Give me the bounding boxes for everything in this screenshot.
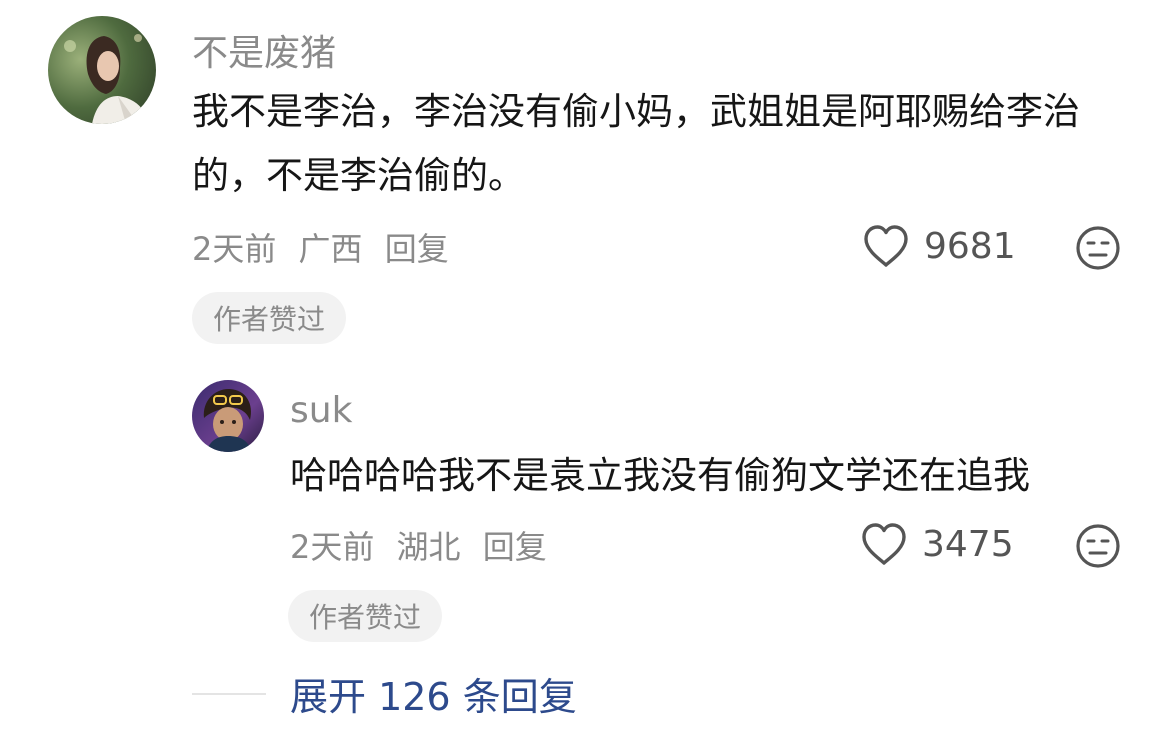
comment-text: 我不是李治，李治没有偷小妈，武姐姐是阿耶赐给李治的，不是李治偷的。 <box>192 90 1080 197</box>
comment-2: suk 哈哈哈哈我不是袁立我没有偷狗文学还在追我 2天前 湖北 回复 3475 … <box>0 360 1170 660</box>
divider-line <box>192 692 266 695</box>
comment-location: 广西 <box>298 230 363 268</box>
expand-replies[interactable]: 展开 126 条回复 <box>192 666 577 721</box>
expand-replies-label[interactable]: 展开 126 条回复 <box>290 666 577 721</box>
username[interactable]: suk <box>290 390 352 431</box>
reply-button[interactable]: 回复 <box>385 230 449 268</box>
avatar[interactable] <box>48 16 156 124</box>
like-count: 9681 <box>924 225 1016 267</box>
avatar[interactable] <box>192 380 264 452</box>
heart-outline-icon <box>862 224 910 268</box>
comment-location: 湖北 <box>396 528 461 566</box>
author-liked-badge: 作者赞过 <box>192 292 346 344</box>
comment-time: 2天前 <box>290 528 375 566</box>
like-count: 3475 <box>922 523 1014 565</box>
neutral-face-icon[interactable] <box>1074 224 1122 276</box>
comment-1: 不是废猪 我不是李治，李治没有偷小妈，武姐姐是阿耶赐给李治的，不是李治偷的。 2… <box>0 0 1170 360</box>
heart-outline-icon <box>860 522 908 566</box>
neutral-face-icon[interactable] <box>1074 522 1122 574</box>
like-button[interactable]: 3475 <box>860 522 1014 566</box>
comment-meta: 2天前 湖北 回复 <box>290 522 559 568</box>
comment-text: 哈哈哈哈我不是袁立我没有偷狗文学还在追我 <box>290 454 1030 497</box>
comment-meta: 2天前 广西 回复 <box>192 224 461 270</box>
comment-time: 2天前 <box>192 230 277 268</box>
like-button[interactable]: 9681 <box>862 224 1016 268</box>
reply-button[interactable]: 回复 <box>483 528 547 566</box>
author-liked-badge: 作者赞过 <box>288 590 442 642</box>
username[interactable]: 不是废猪 <box>192 24 336 76</box>
